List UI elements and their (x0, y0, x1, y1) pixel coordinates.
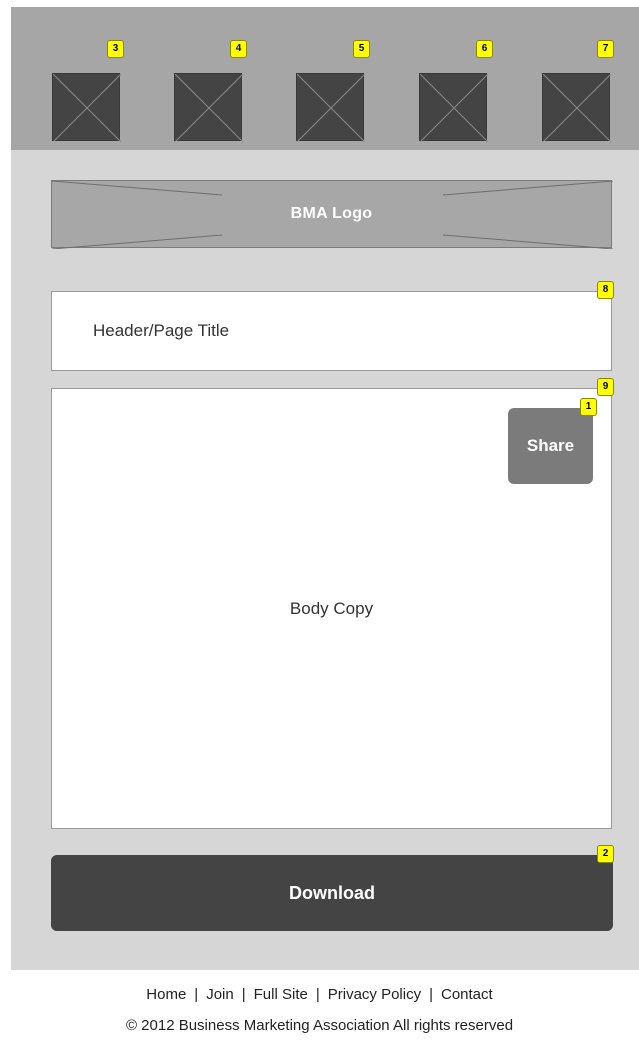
footer-separator: | (429, 986, 433, 1003)
share-button[interactable]: Share (508, 408, 593, 484)
image-placeholder-icon (420, 74, 488, 142)
image-placeholder-icon (175, 74, 243, 142)
annotation-badge: 2 (597, 845, 614, 863)
nav-thumbnail-5[interactable] (542, 73, 611, 142)
image-placeholder-icon (53, 74, 121, 142)
footer-link-home[interactable]: Home (146, 986, 186, 1003)
download-button[interactable]: Download (51, 855, 613, 931)
footer-separator: | (315, 986, 320, 1003)
annotation-badge: 1 (580, 398, 597, 416)
nav-thumbnail-4[interactable] (419, 73, 488, 142)
footer-nav: Home | Join | Full Site | Privacy Policy | Conta… (0, 986, 639, 1003)
footer-separator: | (241, 986, 246, 1003)
footer-link-join[interactable]: Join (206, 986, 234, 1003)
page-title: Header/Page Title (93, 321, 230, 340)
logo-banner[interactable]: BMA Logo (51, 180, 613, 249)
copyright-text: © 2012 Business Marketing Association Al… (125, 1017, 514, 1034)
image-placeholder-icon (297, 74, 365, 142)
nav-thumbnail-3[interactable] (296, 73, 365, 142)
footer-link-full-site[interactable]: Full Site (254, 986, 308, 1003)
image-placeholder-icon (543, 74, 611, 142)
annotation-badge: 3 (107, 40, 124, 58)
annotation-badge: 5 (353, 40, 370, 58)
footer-link-contact[interactable]: Contact (441, 986, 493, 1003)
share-button-label: Share (526, 436, 575, 455)
logo-label: BMA Logo (290, 205, 373, 222)
nav-thumbnail-2[interactable] (174, 73, 243, 142)
annotation-badge: 4 (230, 40, 247, 58)
annotation-badge: 9 (597, 378, 614, 396)
download-button-label: Download (289, 882, 375, 903)
footer-separator: | (194, 986, 199, 1003)
page-title-box: Header/Page Title (51, 291, 612, 371)
annotation-badge: 8 (597, 281, 614, 299)
body-copy-text: Body Copy (289, 599, 374, 618)
nav-thumbnail-1[interactable] (52, 73, 121, 142)
footer-link-privacy-policy[interactable]: Privacy Policy (328, 986, 421, 1003)
annotation-badge: 7 (597, 40, 614, 58)
annotation-badge: 6 (476, 40, 493, 58)
